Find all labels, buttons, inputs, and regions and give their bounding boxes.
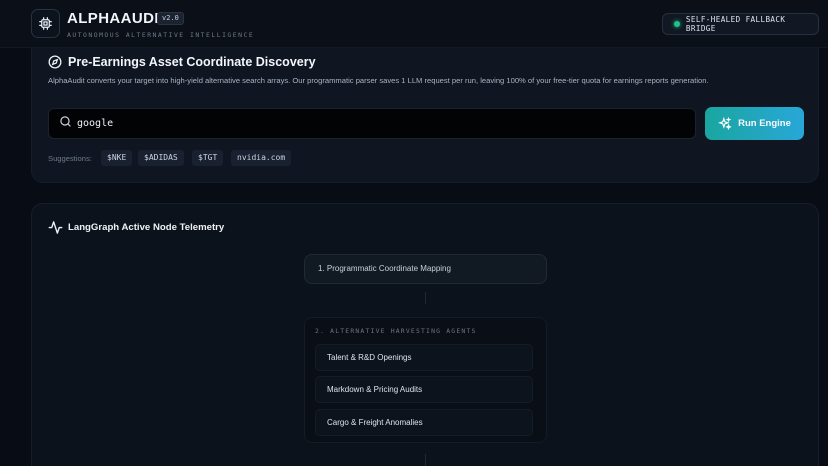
agent-cargo-freight[interactable]: Cargo & Freight Anomalies (315, 409, 533, 436)
search-box[interactable] (48, 108, 696, 139)
app-header: ALPHAAUDIT v2.0 AUTONOMOUS ALTERNATIVE I… (0, 0, 828, 48)
search-input[interactable] (77, 118, 637, 129)
status-badge[interactable]: SELF-HEALED FALLBACK BRIDGE (662, 13, 819, 35)
app-subtitle: AUTONOMOUS ALTERNATIVE INTELLIGENCE (67, 31, 255, 39)
status-text: SELF-HEALED FALLBACK BRIDGE (685, 15, 786, 33)
suggestion-chip-tgt[interactable]: $TGT (192, 150, 224, 166)
compass-icon (48, 55, 62, 74)
discovery-title: Pre-Earnings Asset Coordinate Discovery (68, 55, 316, 69)
sparkles-icon (718, 116, 732, 130)
suggestions-label: Suggestions: (48, 154, 92, 163)
node-coordinate-mapping[interactable]: 1. Programmatic Coordinate Mapping (304, 254, 547, 284)
status-dot-icon (674, 21, 680, 27)
search-icon (59, 115, 72, 133)
agent-talent-rd[interactable]: Talent & R&D Openings (315, 344, 533, 371)
discovery-description: AlphaAudit converts your target into hig… (48, 76, 709, 85)
agent-markdown-pricing[interactable]: Markdown & Pricing Audits (315, 376, 533, 403)
telemetry-title: LangGraph Active Node Telemetry (68, 222, 225, 233)
connector-line (425, 454, 426, 466)
suggestion-chip-nke[interactable]: $NKE (101, 150, 133, 166)
chip-icon (31, 9, 60, 38)
harvesting-agents-group: 2. ALTERNATIVE HARVESTING AGENTS Talent … (304, 317, 547, 443)
suggestion-chip-adidas[interactable]: $ADIDAS (138, 150, 184, 166)
version-badge: v2.0 (157, 12, 184, 25)
activity-icon (48, 220, 63, 240)
suggestion-chip-nvidia[interactable]: nvidia.com (231, 150, 292, 166)
discovery-card: Pre-Earnings Asset Coordinate Discovery … (31, 48, 819, 183)
run-engine-label: Run Engine (738, 118, 791, 129)
group-title: 2. ALTERNATIVE HARVESTING AGENTS (315, 327, 477, 335)
app-title: ALPHAAUDIT (67, 10, 169, 27)
run-engine-button[interactable]: Run Engine (705, 107, 804, 140)
telemetry-card: LangGraph Active Node Telemetry 1. Progr… (31, 203, 819, 466)
connector-line (425, 292, 426, 304)
